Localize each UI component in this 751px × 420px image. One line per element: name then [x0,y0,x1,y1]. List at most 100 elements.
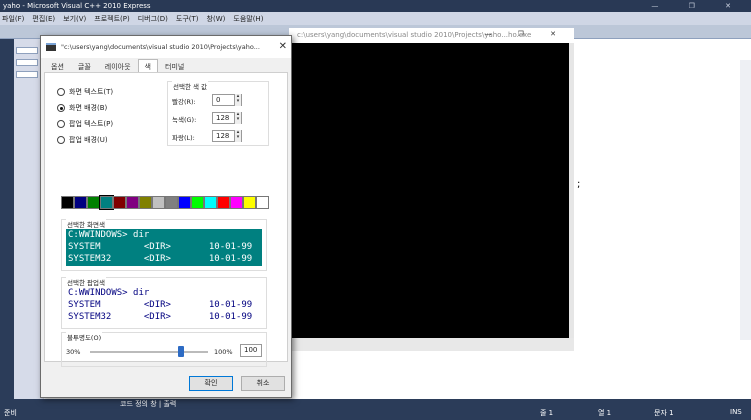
red-label: 빨강(R): [172,98,196,106]
radio-button[interactable] [57,120,65,128]
menu-window[interactable]: 창(W) [207,14,226,24]
preview-line: C:WWINDOWS> dir [68,230,150,240]
solution-item[interactable] [16,47,38,54]
dialog-title-bar: "c:\users\yang\documents\visual studio 2… [41,36,291,58]
preview-line: SYSTEM32 <DIR> 10-01-99 [68,312,253,322]
vs-title-bar: yaho - Microsoft Visual C++ 2010 Express… [0,0,751,12]
opacity-max: 100% [214,348,233,356]
tab-font[interactable]: 글꼴 [71,59,98,72]
output-tabs[interactable]: 코드 정의 창 | 출력 [120,399,176,409]
screen-preview-caption: 선택한 화면색 [66,219,106,229]
console-output[interactable] [289,43,569,338]
radio-screen-text[interactable]: 화면 텍스트(T) [57,87,113,97]
green-label: 녹색(G): [172,116,197,124]
preview-line: SYSTEM32 <DIR> 10-01-99 [68,254,253,264]
console-window-controls[interactable]: — ❐ ✕ [484,30,568,38]
colors-panel: 화면 텍스트(T) 화면 배경(B) 팝업 텍스트(P) 팝업 배경(U) 선택… [44,72,288,367]
color-swatch[interactable] [256,196,269,209]
solution-item[interactable] [16,59,38,66]
console-scrollbar[interactable] [569,43,574,338]
output-pane [289,338,574,351]
radio-label: 화면 배경(B) [69,104,108,112]
color-swatch[interactable] [165,196,178,209]
color-swatch[interactable] [243,196,256,209]
red-input[interactable]: 0 [212,94,242,106]
cancel-button[interactable]: 취소 [241,376,285,391]
screen-color-preview: 선택한 화면색 C:WWINDOWS> dir SYSTEM <DIR> 10-… [61,219,267,271]
status-ins: INS [730,408,742,416]
opacity-min: 30% [66,348,81,356]
blue-input[interactable]: 128 [212,130,242,142]
tab-layout[interactable]: 레이아웃 [98,59,138,72]
vs-left-dock [0,39,14,399]
color-swatch[interactable] [61,196,74,209]
menu-file[interactable]: 파일(F) [2,14,24,24]
color-swatch[interactable] [126,196,139,209]
color-swatch[interactable] [178,196,191,209]
menu-edit[interactable]: 편집(E) [32,14,55,24]
opacity-slider-thumb[interactable] [178,346,184,357]
color-swatch[interactable] [113,196,126,209]
dialog-title: "c:\users\yang\documents\visual studio 2… [61,43,260,51]
radio-label: 팝업 배경(U) [69,136,108,144]
color-swatch[interactable] [152,196,165,209]
menu-help[interactable]: 도움말(H) [233,14,263,24]
radio-popup-background[interactable]: 팝업 배경(U) [57,135,108,145]
tab-terminal[interactable]: 터미널 [158,59,191,72]
popup-preview-caption: 선택한 팝업색 [66,277,106,287]
color-swatch[interactable] [139,196,152,209]
close-icon[interactable]: ✕ [279,36,287,58]
popup-color-preview: 선택한 팝업색 C:WWINDOWS> dir SYSTEM <DIR> 10-… [61,277,267,329]
vs-window-controls[interactable]: — ❐ ✕ [651,0,745,12]
color-swatch[interactable] [191,196,204,209]
color-swatch[interactable] [230,196,243,209]
status-ready: 준비 [4,409,17,417]
radio-button[interactable] [57,136,65,144]
popup-preview-box: C:WWINDOWS> dir SYSTEM <DIR> 10-01-99 SY… [66,287,262,324]
color-swatch[interactable] [74,196,87,209]
color-swatch[interactable] [87,196,100,209]
radio-label: 화면 텍스트(T) [69,88,114,96]
preview-line: C:WWINDOWS> dir [68,288,150,298]
solution-item[interactable] [16,71,38,78]
radio-popup-text[interactable]: 팝업 텍스트(P) [57,119,113,129]
rgb-group-title: 선택한 색 값 [172,81,209,91]
status-char: 문자 1 [654,409,674,417]
menu-view[interactable]: 보기(V) [63,14,86,24]
menu-project[interactable]: 프로젝트(P) [94,14,129,24]
console-title-bar: c:\users\yang\documents\visual studio 20… [289,28,574,43]
ok-button[interactable]: 확인 [189,376,233,391]
opacity-group: 불투명도(O) 30% 100% 100 [61,332,267,367]
menu-debug[interactable]: 디버그(D) [138,14,168,24]
selected-color-values-group: 선택한 색 값 빨강(R): 0 녹색(G): 128 파랑(L): 128 [167,81,269,146]
editor-scrollbar[interactable] [740,60,751,340]
opacity-label: 불투명도(O) [66,332,103,342]
preview-line: SYSTEM <DIR> 10-01-99 [68,242,253,252]
green-input[interactable]: 128 [212,112,242,124]
color-swatch[interactable] [217,196,230,209]
console-icon [46,43,56,51]
screen-preview-box: C:WWINDOWS> dir SYSTEM <DIR> 10-01-99 SY… [66,229,262,266]
opacity-value-input[interactable]: 100 [240,344,262,357]
vs-title-text: yaho - Microsoft Visual C++ 2010 Express [3,2,151,10]
color-swatch[interactable] [99,195,114,210]
editor-semicolon: ; [577,179,581,190]
radio-button[interactable] [57,104,65,112]
vs-status-bar: 준비 코드 정의 창 | 출력 줄 1 열 1 문자 1 INS [0,399,751,420]
blue-label: 파랑(L): [172,134,195,142]
color-palette [61,195,269,210]
dialog-tabs: 옵션 글꼴 레이아웃 색 터미널 [44,59,191,73]
tab-colors[interactable]: 색 [137,59,158,73]
console-properties-dialog: "c:\users\yang\documents\visual studio 2… [40,35,292,398]
menu-tools[interactable]: 도구(T) [176,14,199,24]
status-col: 열 1 [598,409,612,417]
preview-line: SYSTEM <DIR> 10-01-99 [68,300,253,310]
vs-menu-bar: 파일(F) 편집(E) 보기(V) 프로젝트(P) 디버그(D) 도구(T) 창… [0,12,751,25]
opacity-slider-track[interactable] [90,351,208,353]
radio-button[interactable] [57,88,65,96]
radio-screen-background[interactable]: 화면 배경(B) [57,103,107,113]
radio-label: 팝업 텍스트(P) [69,120,114,128]
color-swatch[interactable] [204,196,217,209]
tab-options[interactable]: 옵션 [44,59,71,72]
status-line: 줄 1 [540,409,554,417]
